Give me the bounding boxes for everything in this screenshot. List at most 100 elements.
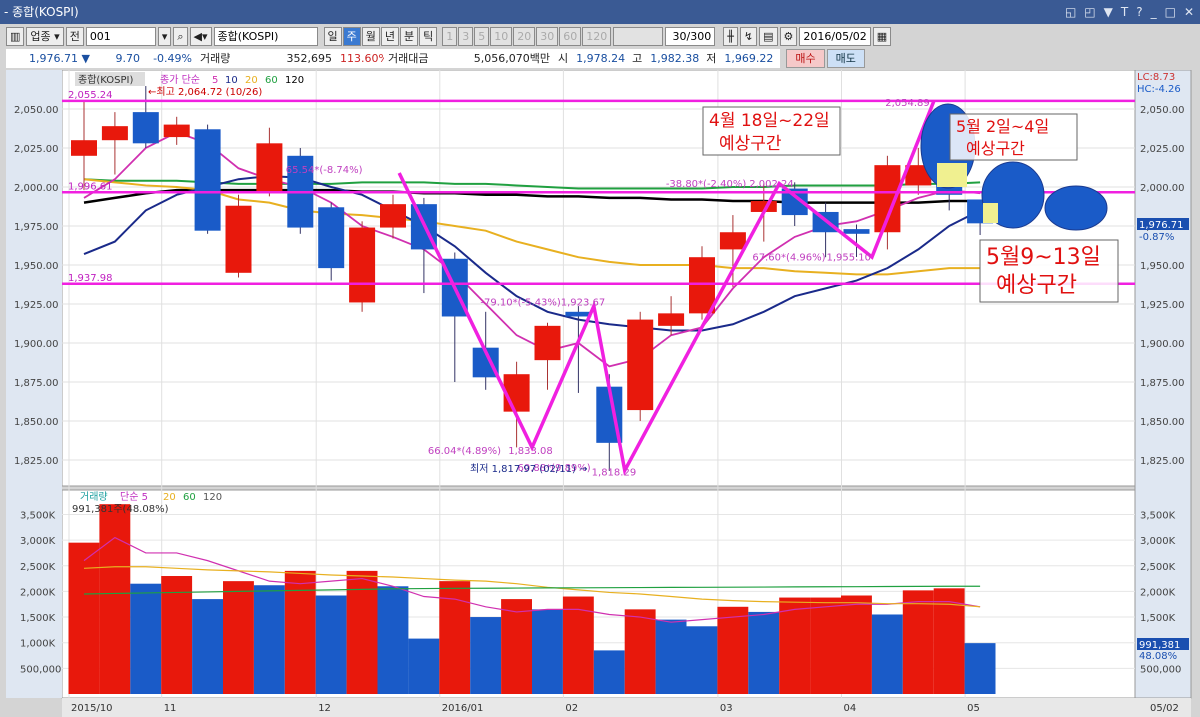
candle-body bbox=[101, 126, 128, 141]
high-label: 고 bbox=[628, 49, 647, 68]
gear-icon[interactable]: ⚙ bbox=[779, 26, 798, 46]
support-line-label: 1,937.98 bbox=[68, 273, 113, 284]
market-select[interactable]: 업종 ▾ bbox=[26, 26, 64, 46]
volume-tick-label-left: 2,500K bbox=[20, 562, 56, 573]
sell-button[interactable]: 매도 bbox=[826, 49, 865, 68]
volume-pct: 113.60% bbox=[336, 49, 389, 68]
volume-bar bbox=[470, 617, 502, 694]
forecast-box-title: 5월 2일~4일 bbox=[956, 117, 1049, 136]
volume-tick-label: 3,000K bbox=[1140, 536, 1176, 547]
open-value: 1,978.24 bbox=[572, 49, 629, 68]
search-icon[interactable]: ⌕ bbox=[173, 26, 188, 46]
period-tab-0[interactable]: 일 bbox=[323, 26, 342, 46]
maximize-icon[interactable]: □ bbox=[1165, 0, 1176, 24]
volume-bar bbox=[99, 504, 131, 694]
date-tick-label: 2016/01 bbox=[442, 703, 484, 714]
interval-button-5[interactable]: 5 bbox=[474, 26, 490, 46]
candle-body bbox=[565, 311, 592, 317]
volume-tick-label-left: 2,000K bbox=[20, 587, 56, 598]
interval-button-20[interactable]: 20 bbox=[513, 26, 536, 46]
close-icon[interactable]: ✕ bbox=[1184, 0, 1194, 24]
forecast-box-subtitle: 예상구간 bbox=[719, 134, 782, 154]
name-field: 종합(KOSPI) bbox=[213, 26, 318, 46]
price-tick-label-left: 1,925.00 bbox=[14, 300, 59, 311]
period-tab-3[interactable]: 년 bbox=[380, 26, 399, 46]
text-icon[interactable]: T bbox=[1121, 0, 1128, 24]
date-axis bbox=[62, 698, 1191, 717]
toolbar: ▥ 업종 ▾ 전 001 ▾ ⌕ ◀▾ 종합(KOSPI) 일주월년분틱 135… bbox=[6, 26, 892, 46]
volume-tag-pct: 48.08% bbox=[1139, 651, 1177, 662]
volume-value: 352,695 bbox=[256, 49, 336, 68]
volume-tick-label: 1,500K bbox=[1140, 613, 1176, 624]
save-icon[interactable]: ▤ bbox=[759, 26, 778, 46]
date-tick-label: 11 bbox=[164, 703, 177, 714]
low-label: 저 bbox=[702, 49, 721, 68]
pin-icon[interactable]: ▼ bbox=[1104, 0, 1113, 24]
volume-bar bbox=[810, 597, 841, 694]
period-tab-4[interactable]: 분 bbox=[400, 26, 419, 46]
price-tick-label: 1,825.00 bbox=[1140, 456, 1185, 467]
minimize-icon[interactable]: _ bbox=[1151, 0, 1157, 24]
code-input[interactable]: 001 bbox=[85, 26, 156, 46]
line-add-icon[interactable]: ↯ bbox=[739, 26, 758, 46]
volume-bar bbox=[686, 626, 718, 694]
volume-bar bbox=[501, 599, 532, 694]
candle-body bbox=[689, 257, 715, 314]
price-legend-period: 10 bbox=[225, 75, 238, 86]
help-icon[interactable]: ? bbox=[1136, 0, 1142, 24]
date-input[interactable]: 2016/05/02 bbox=[799, 26, 871, 46]
interval-button-1[interactable]: 1 bbox=[442, 26, 458, 46]
period-tab-1[interactable]: 주 bbox=[342, 26, 361, 46]
calendar-icon[interactable]: ▦ bbox=[872, 26, 892, 46]
volume-legend-period: 20 bbox=[163, 492, 176, 503]
candle-body bbox=[225, 205, 252, 273]
price-legend-period: 60 bbox=[265, 75, 278, 86]
wave-label: 1,955.10 bbox=[827, 252, 872, 263]
candle-body bbox=[256, 143, 283, 194]
interval-button-10[interactable]: 10 bbox=[490, 26, 513, 46]
open-label: 시 bbox=[554, 49, 573, 68]
price-legend-period: 20 bbox=[245, 75, 258, 86]
price-tick-label-left: 1,850.00 bbox=[14, 417, 59, 428]
interval-button-30[interactable]: 30 bbox=[536, 26, 559, 46]
window-title: - 종합(KOSPI) bbox=[4, 5, 79, 19]
price-legend-period: 5 bbox=[212, 75, 218, 86]
wave-label: 66.04*(4.89%) bbox=[428, 446, 501, 457]
wave-label: 1,923.67 bbox=[561, 298, 606, 309]
interval-dropdown[interactable] bbox=[613, 26, 664, 46]
candle-body bbox=[719, 232, 746, 250]
restore-icon[interactable]: ◱ bbox=[1065, 0, 1076, 24]
current-price: 1,976.71 ▼ bbox=[6, 49, 94, 68]
speaker-icon[interactable]: ◀▾ bbox=[189, 26, 212, 46]
forecast-ellipse bbox=[1044, 185, 1108, 231]
interval-buttons: 1 3 5 10 20 30 60 120 bbox=[442, 26, 612, 46]
interval-button-60[interactable]: 60 bbox=[559, 26, 582, 46]
period-tab-2[interactable]: 월 bbox=[361, 26, 380, 46]
interval-button-3[interactable]: 3 bbox=[458, 26, 474, 46]
volume-bar bbox=[593, 650, 625, 694]
price-tick-label: 2,050.00 bbox=[1140, 105, 1185, 116]
interval-button-120[interactable]: 120 bbox=[582, 26, 612, 46]
candle-body bbox=[380, 204, 406, 228]
prev-button[interactable]: 전 bbox=[65, 26, 84, 46]
volume-bar bbox=[315, 595, 347, 694]
price-legend-period: 120 bbox=[285, 75, 304, 86]
price-tick-label-left: 1,900.00 bbox=[14, 339, 59, 350]
price-tick-label: 1,875.00 bbox=[1140, 378, 1185, 389]
layout-icon[interactable]: ▥ bbox=[6, 26, 25, 46]
candle-add-icon[interactable]: ╫ bbox=[723, 26, 738, 46]
forecast-box-subtitle: 예상구간 bbox=[996, 273, 1077, 298]
wave-label: 1,818.29 bbox=[592, 468, 637, 479]
period-tab-5[interactable]: 틱 bbox=[419, 26, 438, 46]
lc-label: LC:8.73 bbox=[1137, 72, 1175, 83]
stock-chart[interactable]: 2,050.00 2,025.00 2,000.00 1,975.00 1,950.00… bbox=[6, 70, 1194, 717]
wave-label: -38.80*(-2.40%) bbox=[666, 179, 747, 190]
volume-bar bbox=[624, 609, 656, 694]
buy-button[interactable]: 매수 bbox=[786, 49, 825, 68]
volume-bar bbox=[717, 606, 749, 694]
count-input[interactable]: 30/300 bbox=[665, 26, 716, 46]
volume-bar bbox=[223, 581, 254, 694]
popout-icon[interactable]: ◰ bbox=[1084, 0, 1095, 24]
code-dropdown-icon[interactable]: ▾ bbox=[157, 26, 172, 46]
hc-label: HC:-4.26 bbox=[1137, 84, 1181, 95]
